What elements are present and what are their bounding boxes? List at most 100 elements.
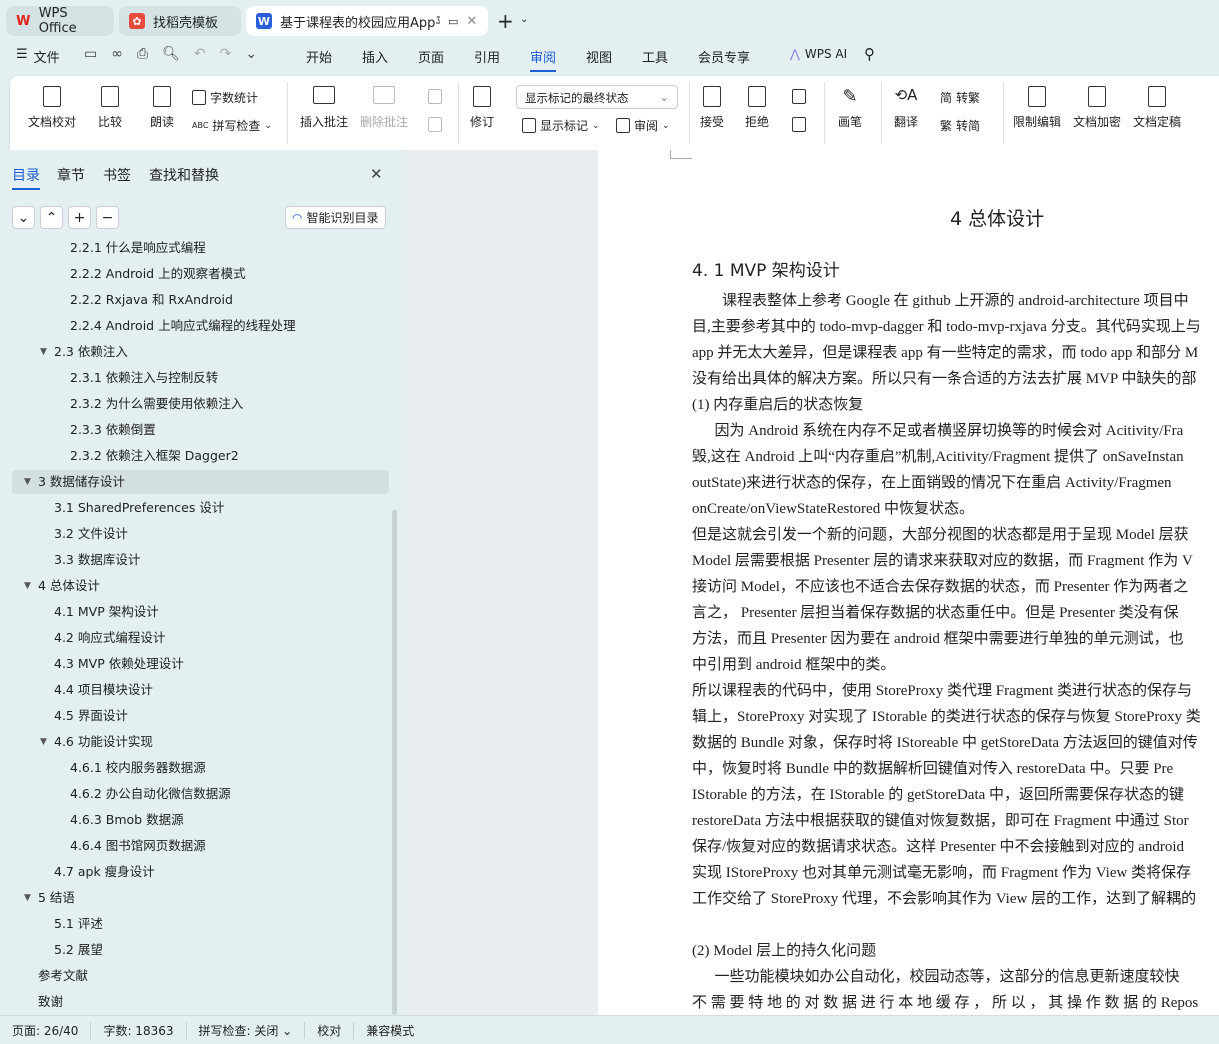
panel-tab-bookmarks[interactable]: 书签: [103, 165, 131, 185]
toc-item[interactable]: 5.1 评述: [12, 912, 389, 936]
delete-comment-button[interactable]: 删除批注: [360, 86, 408, 130]
undo-icon[interactable]: ↶: [194, 46, 206, 62]
spell-check-button[interactable]: ABC 拼写检查 ⌄: [192, 117, 272, 134]
toc-item[interactable]: 4.6.1 校内服务器数据源: [12, 756, 389, 780]
toc-item[interactable]: 2.2.2 Android 上的观察者模式: [12, 262, 389, 286]
close-panel-icon[interactable]: ✕: [370, 165, 383, 183]
previous-change-button[interactable]: [792, 89, 806, 104]
pen-button[interactable]: ✎ 画笔: [838, 86, 862, 130]
tab-document[interactable]: W 基于课程表的校园应用App平台 ▭ ✕: [246, 6, 488, 36]
caret-down-icon[interactable]: ▼: [40, 340, 47, 364]
track-changes-button[interactable]: 修订: [470, 86, 494, 130]
finalize-button[interactable]: 文档定稿: [1133, 86, 1181, 130]
menu-tools[interactable]: 工具: [642, 47, 668, 66]
toc-item[interactable]: ▼ 5 结语: [12, 886, 389, 910]
caret-down-icon[interactable]: ▼: [24, 574, 31, 598]
file-menu[interactable]: ☰ 文件: [16, 47, 60, 66]
toc-item[interactable]: 2.2.1 什么是响应式编程: [12, 236, 389, 260]
screen-icon[interactable]: ▭: [448, 15, 458, 28]
tab-docer[interactable]: ✿ 找稻壳模板: [119, 6, 241, 36]
toc-item[interactable]: 4.1 MVP 架构设计: [12, 600, 389, 624]
read-aloud-button[interactable]: 朗读: [150, 86, 174, 130]
to-traditional-button[interactable]: 简转繁: [940, 89, 980, 106]
toc-item[interactable]: 5.2 展望: [12, 938, 389, 962]
toc-item[interactable]: 4.6.3 Bmob 数据源: [12, 808, 389, 832]
toc-item[interactable]: 3.1 SharedPreferences 设计: [12, 496, 389, 520]
print-preview-icon[interactable]: 🔍︎: [162, 46, 180, 62]
menu-member[interactable]: 会员专享: [698, 47, 750, 66]
review-pane-button[interactable]: 审阅 ⌄: [616, 117, 670, 134]
next-change-button[interactable]: [792, 117, 806, 132]
caret-down-icon[interactable]: ▼: [40, 730, 47, 754]
panel-tab-toc[interactable]: 目录: [12, 165, 40, 190]
page-indicator[interactable]: 页面: 26/40: [0, 1021, 92, 1039]
encrypt-button[interactable]: 文档加密: [1073, 86, 1121, 130]
spell-status[interactable]: 拼写检查: 关闭 ⌄: [187, 1021, 306, 1039]
collapse-button[interactable]: ⌄: [12, 206, 35, 229]
toc-item[interactable]: ▼ 3 数据储存设计: [12, 470, 389, 494]
demote-button[interactable]: −: [96, 206, 119, 229]
compare-button[interactable]: 比较: [98, 86, 122, 130]
toc-item[interactable]: 4.2 响应式编程设计: [12, 626, 389, 650]
print-icon[interactable]: ⎙: [137, 46, 148, 62]
toc-item[interactable]: 2.2.2 Rxjava 和 RxAndroid: [12, 288, 389, 312]
insert-comment-button[interactable]: 插入批注: [300, 86, 348, 130]
word-count-button[interactable]: 字数统计: [192, 89, 258, 106]
toc-item[interactable]: 4.3 MVP 依赖处理设计: [12, 652, 389, 676]
toc-item[interactable]: 致谢: [12, 990, 389, 1014]
proof-button[interactable]: 文档校对: [28, 86, 76, 130]
more-chevron-icon[interactable]: ⌄: [245, 46, 257, 62]
panel-tab-chapters[interactable]: 章节: [57, 165, 85, 185]
menu-start[interactable]: 开始: [306, 47, 332, 66]
next-comment-button[interactable]: [428, 117, 442, 132]
toc-item[interactable]: 3.3 数据库设计: [12, 548, 389, 572]
to-simplified-button[interactable]: 繁转简: [940, 117, 980, 134]
reject-button[interactable]: 拒绝: [745, 86, 769, 130]
menu-reference[interactable]: 引用: [474, 47, 500, 66]
toc-item[interactable]: 2.3.2 为什么需要使用依赖注入: [12, 392, 389, 416]
previous-comment-button[interactable]: [428, 89, 442, 104]
tab-wps-office[interactable]: W WPS Office: [6, 6, 114, 36]
translate-button[interactable]: ⟲A 翻译: [894, 86, 918, 130]
toc-item[interactable]: 4.6.4 图书馆网页数据源: [12, 834, 389, 858]
toc-scrollbar[interactable]: [392, 510, 397, 1015]
toc-item[interactable]: 4.6.2 办公自动化微信数据源: [12, 782, 389, 806]
link-icon[interactable]: ∞: [111, 46, 123, 62]
search-icon[interactable]: ⚲: [864, 45, 875, 63]
promote-button[interactable]: +: [68, 206, 91, 229]
toc-item[interactable]: 2.3.2 依赖注入框架 Dagger2: [12, 444, 389, 468]
menu-view[interactable]: 视图: [586, 47, 612, 66]
word-count[interactable]: 字数: 18363: [91, 1021, 187, 1039]
caret-down-icon[interactable]: ▼: [24, 470, 31, 494]
expand-up-button[interactable]: ⌃: [40, 206, 63, 229]
close-icon[interactable]: ✕: [466, 14, 477, 29]
proof-status[interactable]: 校对: [305, 1021, 355, 1039]
redo-icon[interactable]: ↷: [220, 46, 232, 62]
menu-page[interactable]: 页面: [418, 47, 444, 66]
document-page[interactable]: 4 总体设计 4. 1 MVP 架构设计 课程表整体上参考 Google 在 g…: [598, 150, 1219, 1015]
toc-item[interactable]: 2.3.3 依赖倒置: [12, 418, 389, 442]
toc-item[interactable]: 3.2 文件设计: [12, 522, 389, 546]
chevron-down-icon[interactable]: ⌄: [520, 14, 528, 25]
toc-item[interactable]: ▼ 4 总体设计: [12, 574, 389, 598]
wps-ai-button[interactable]: ⋀ WPS AI: [790, 47, 847, 61]
caret-down-icon[interactable]: ▼: [24, 886, 31, 910]
markup-mode-select[interactable]: 显示标记的最终状态 ⌄: [516, 85, 678, 109]
toc-item[interactable]: 参考文献: [12, 964, 389, 988]
smart-toc-button[interactable]: ◠ 智能识别目录: [285, 206, 386, 229]
toc-item[interactable]: ▼ 4.6 功能设计实现: [12, 730, 389, 754]
toc-item[interactable]: 2.2.4 Android 上响应式编程的线程处理: [12, 314, 389, 338]
menu-review[interactable]: 审阅: [530, 47, 557, 72]
toc-item[interactable]: 2.3.1 依赖注入与控制反转: [12, 366, 389, 390]
toc-item[interactable]: ▼ 2.3 依赖注入: [12, 340, 389, 364]
show-markup-button[interactable]: 显示标记 ⌄: [522, 117, 600, 134]
toc-item[interactable]: 4.7 apk 瘦身设计: [12, 860, 389, 884]
save-icon[interactable]: ▭: [84, 46, 97, 62]
restrict-edit-button[interactable]: 限制编辑: [1013, 86, 1061, 130]
accept-button[interactable]: 接受: [700, 86, 724, 130]
panel-tab-find-replace[interactable]: 查找和替换: [149, 165, 219, 185]
toc-item[interactable]: 4.4 项目模块设计: [12, 678, 389, 702]
menu-insert[interactable]: 插入: [362, 47, 388, 66]
toc-item[interactable]: 4.5 界面设计: [12, 704, 389, 728]
new-tab-button[interactable]: +: [497, 9, 514, 33]
